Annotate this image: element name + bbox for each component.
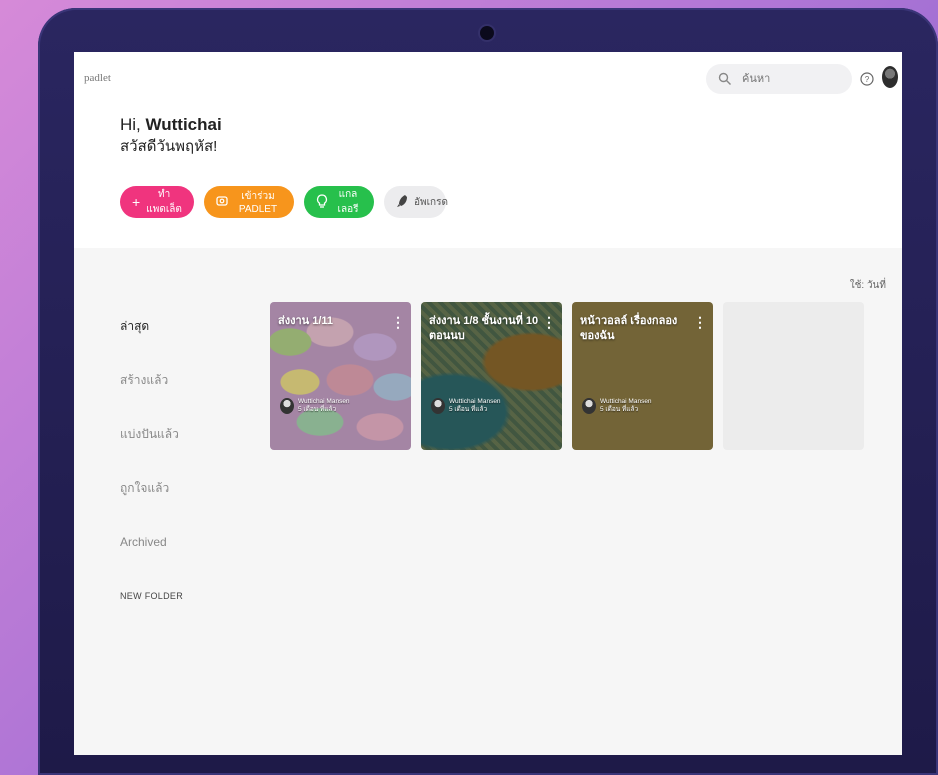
gallery-button[interactable]: แกลเลอรี <box>304 186 374 218</box>
card-time: 5 เดือน ที่แล้ว <box>600 406 639 413</box>
sidebar-item-recent[interactable]: ล่าสุด <box>120 318 183 372</box>
card-time: 5 เดือน ที่แล้ว <box>449 406 488 413</box>
card-time: 5 เดือน ที่แล้ว <box>298 406 337 413</box>
sidebar-item-shared[interactable]: แบ่งปันแล้ว <box>120 426 183 480</box>
join-padlet-button[interactable]: เข้าร่วม PADLET <box>204 186 294 218</box>
join-padlet-label: เข้าร่วม PADLET <box>238 191 278 215</box>
make-padlet-label: ทำแพดเล็ต <box>146 189 182 215</box>
card-author: Wuttichai Mansen 5 เดือน ที่แล้ว <box>431 398 501 414</box>
plus-icon: + <box>132 194 141 210</box>
sidebar-item-created[interactable]: สร้างแล้ว <box>120 372 183 426</box>
search-icon <box>716 69 736 89</box>
help-icon[interactable]: ? <box>858 70 876 88</box>
card-author: Wuttichai Mansen 5 เดือน ที่แล้ว <box>280 398 350 414</box>
sidebar: ล่าสุด สร้างแล้ว แบ่งปันแล้ว ถูกใจแล้ว A… <box>120 318 183 642</box>
author-avatar <box>431 398 445 414</box>
padlet-grid: ส่งงาน 1/11 ⋮ Wuttichai Mansen 5 เดือน ท… <box>270 302 864 450</box>
padlet-logo[interactable]: padlet <box>84 72 111 84</box>
search-input[interactable] <box>740 72 844 86</box>
search-box[interactable] <box>706 64 852 94</box>
more-options-icon[interactable]: ⋮ <box>391 314 405 331</box>
upgrade-label: อัพเกรด <box>414 196 448 208</box>
user-avatar[interactable] <box>882 66 898 88</box>
new-folder-button[interactable]: NEW FOLDER <box>120 588 183 642</box>
make-padlet-button[interactable]: + ทำแพดเล็ต <box>120 186 194 218</box>
more-options-icon[interactable]: ⋮ <box>542 314 556 331</box>
sidebar-item-archived[interactable]: Archived <box>120 534 183 588</box>
card-title: ส่งงาน 1/8 ชั้นงานที่ 10 ตอนนบ <box>429 315 539 342</box>
author-name: Wuttichai Mansen <box>600 398 652 405</box>
padlet-dashboard: padlet ? Hi, Wu <box>74 52 902 755</box>
action-bar: + ทำแพดเล็ต เข้าร่วม PADLET แกลเลอรี อัพ… <box>120 186 448 218</box>
svg-text:?: ? <box>865 75 870 84</box>
upgrade-button[interactable]: อัพเกรด <box>384 186 448 218</box>
card-author: Wuttichai Mansen 5 เดือน ที่แล้ว <box>582 398 652 414</box>
empty-card-slot <box>723 302 864 450</box>
qr-scan-icon <box>216 195 228 209</box>
padlet-card[interactable]: ส่งงาน 1/11 ⋮ Wuttichai Mansen 5 เดือน ท… <box>270 302 411 450</box>
user-name: Wuttichai <box>145 115 222 134</box>
gallery-label: แกลเลอรี <box>337 189 359 215</box>
main-content: ใช้: วันที่ ล่าสุด สร้างแล้ว แบ่งปันแล้ว… <box>74 248 902 755</box>
rocket-icon <box>396 194 408 210</box>
greeting: Hi, Wuttichai สวัสดีวันพฤหัส! <box>120 114 222 158</box>
laptop-frame: padlet ? Hi, Wu <box>38 8 938 775</box>
more-options-icon[interactable]: ⋮ <box>693 314 707 331</box>
greeting-prefix: Hi, <box>120 115 141 134</box>
author-name: Wuttichai Mansen <box>298 398 350 405</box>
sort-toggle[interactable]: ใช้: วันที่ <box>850 278 886 293</box>
padlet-card[interactable]: หน้าวอลล์ เรื่องกลอง ของฉัน ⋮ Wuttichai … <box>572 302 713 450</box>
top-bar: padlet ? <box>74 52 902 112</box>
author-avatar <box>582 398 596 414</box>
padlet-card[interactable]: ส่งงาน 1/8 ชั้นงานที่ 10 ตอนนบ ⋮ Wuttich… <box>421 302 562 450</box>
camera-icon <box>480 26 494 40</box>
lightbulb-icon <box>316 194 328 210</box>
author-avatar <box>280 398 294 414</box>
sidebar-item-liked[interactable]: ถูกใจแล้ว <box>120 480 183 534</box>
greeting-hi: Hi, Wuttichai <box>120 114 222 136</box>
card-title: ส่งงาน 1/11 <box>278 315 334 327</box>
card-title: หน้าวอลล์ เรื่องกลอง ของฉัน <box>580 315 678 342</box>
author-name: Wuttichai Mansen <box>449 398 501 405</box>
greeting-subtitle: สวัสดีวันพฤหัส! <box>120 138 218 155</box>
